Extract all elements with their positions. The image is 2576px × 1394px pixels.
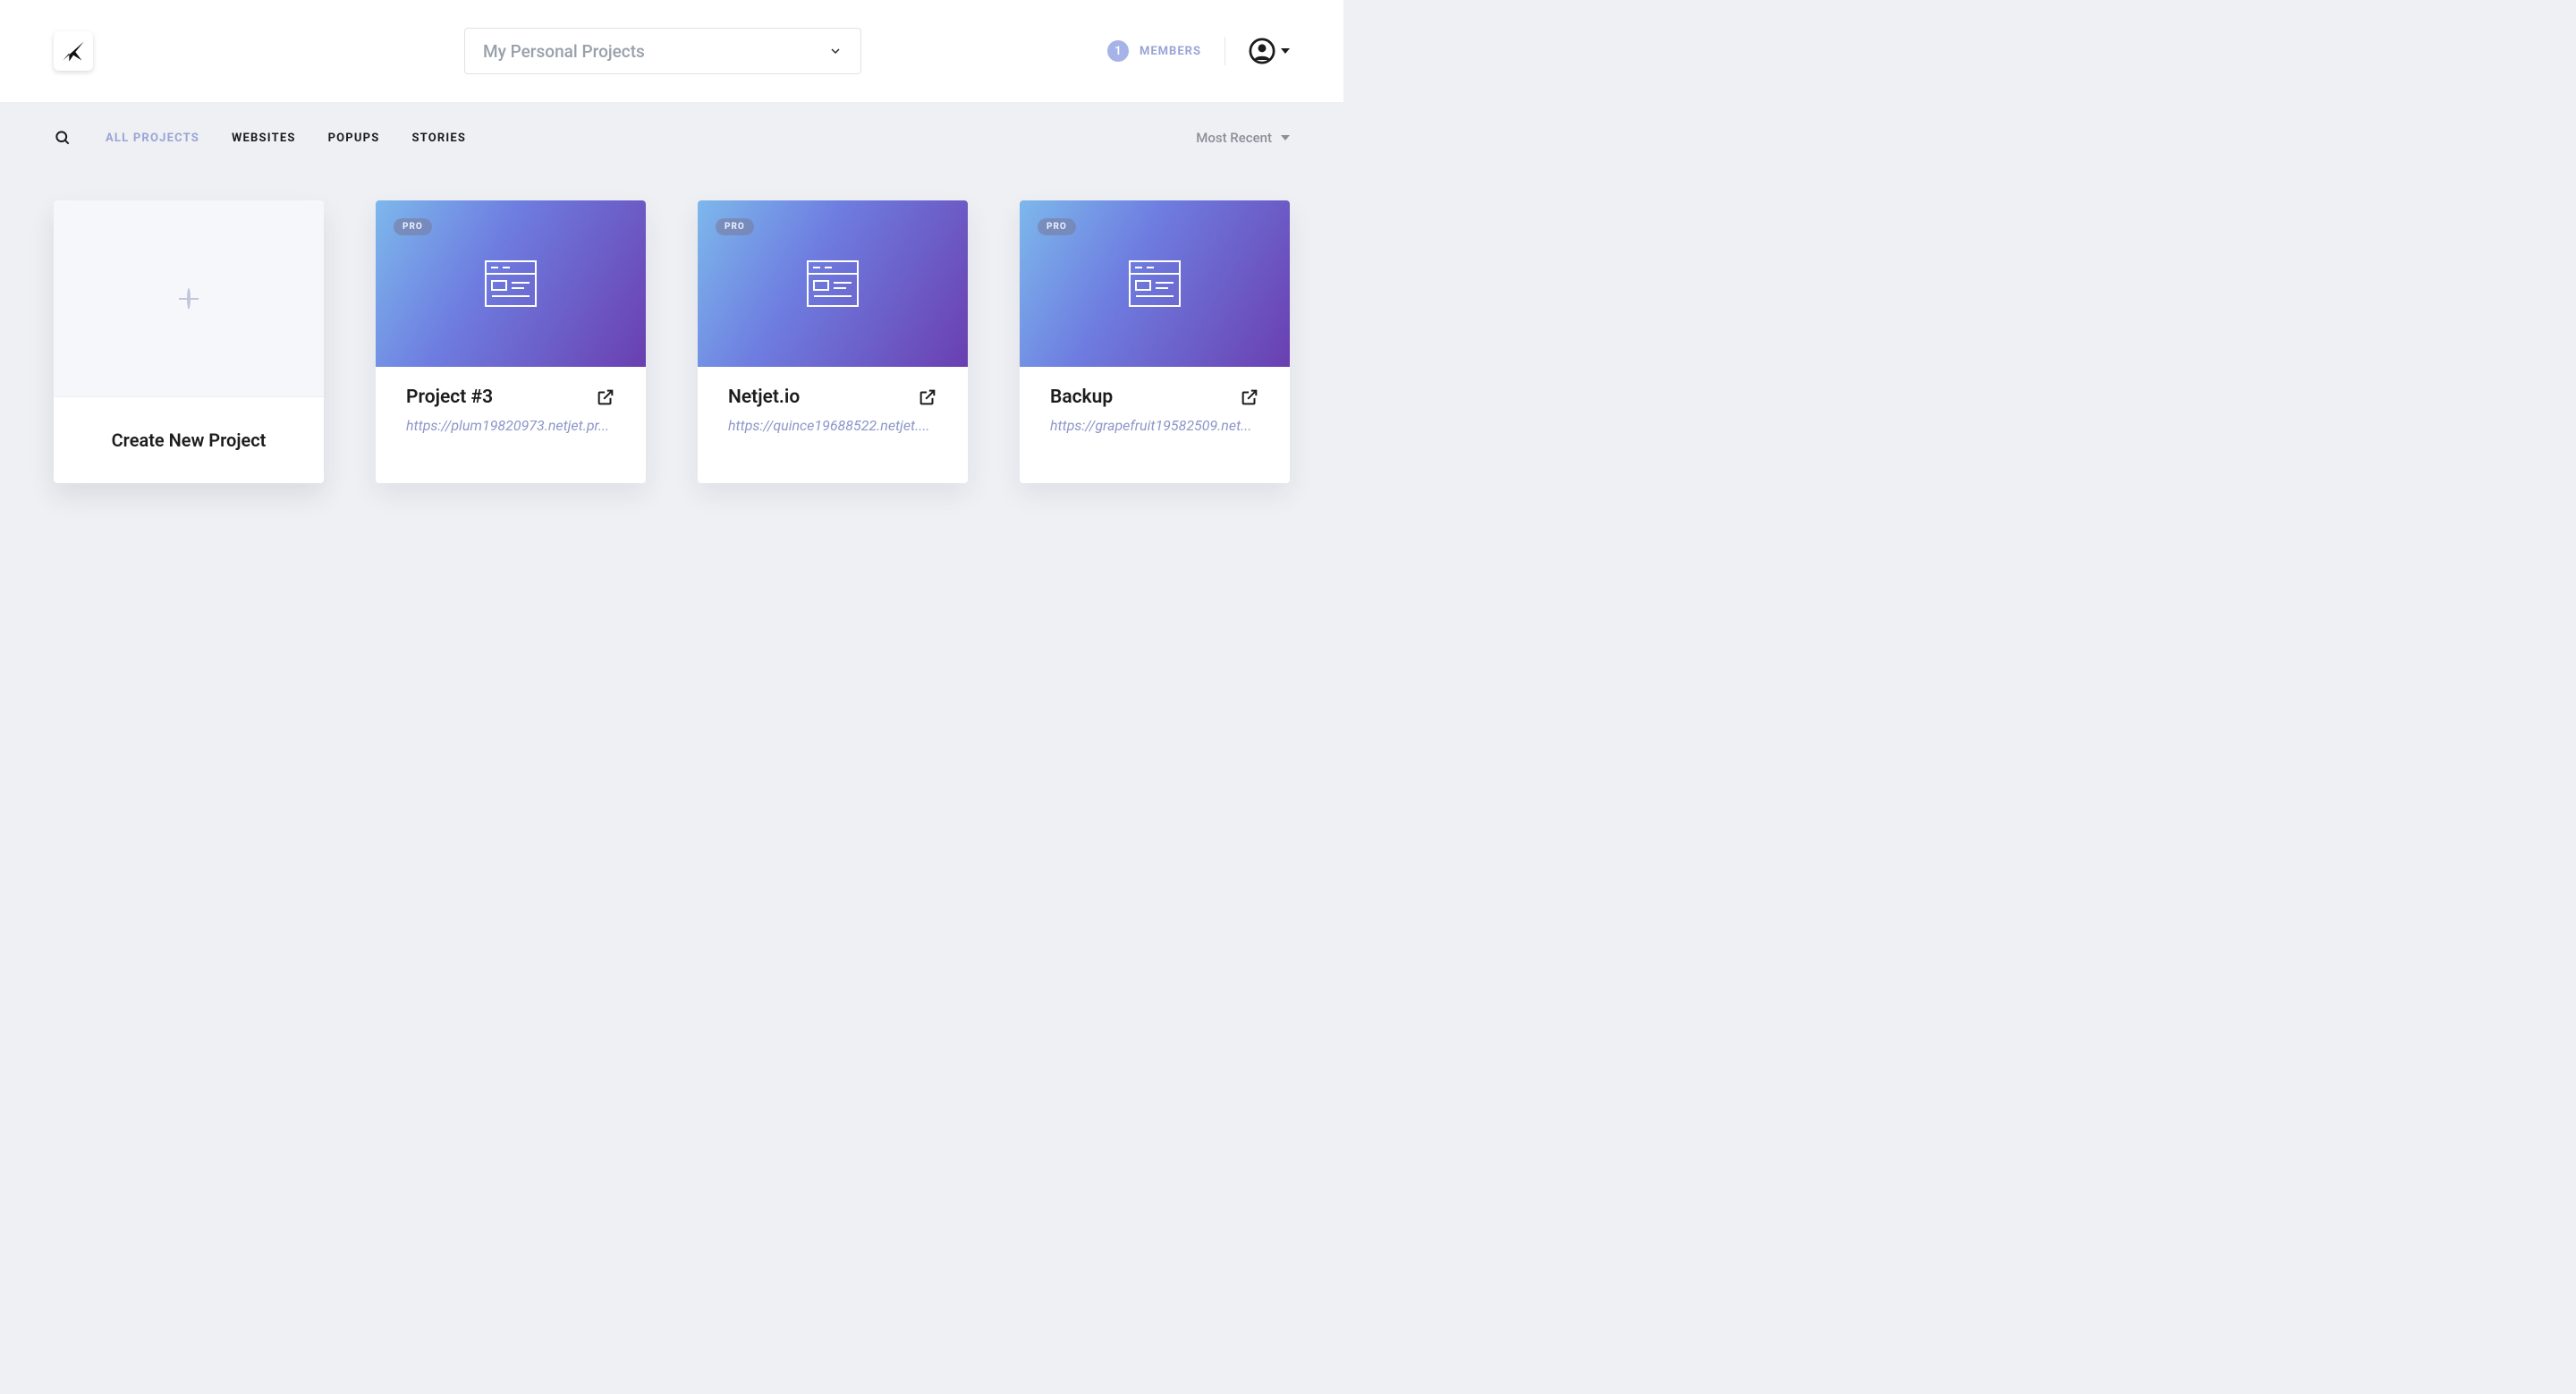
caret-down-icon — [1281, 135, 1290, 140]
sort-label: Most Recent — [1196, 130, 1272, 146]
app-header: My Personal Projects 1 MEMBERS — [0, 0, 1343, 102]
chevron-down-icon — [828, 44, 843, 58]
project-title-row: Project #3 — [406, 387, 615, 408]
project-thumbnail[interactable]: PRO — [376, 200, 646, 367]
open-external-button[interactable] — [596, 387, 615, 407]
project-title: Project #3 — [406, 387, 493, 408]
tab-popups[interactable]: POPUPS — [328, 132, 380, 145]
create-project-card[interactable]: Create New Project — [54, 200, 324, 483]
search-icon — [54, 129, 72, 147]
caret-down-icon — [1281, 48, 1290, 54]
pro-badge: PRO — [716, 218, 754, 235]
workspace-selector-label: My Personal Projects — [483, 41, 645, 62]
open-external-button[interactable] — [918, 387, 937, 407]
project-title-row: Backup — [1050, 387, 1259, 408]
vertical-divider — [1224, 37, 1225, 65]
project-card[interactable]: PRO Backup https://grapefruit19582509.ne… — [1020, 200, 1290, 483]
members-label: MEMBERS — [1140, 45, 1201, 58]
toolbar: ALL PROJECTS WEBSITES POPUPS STORIES Mos… — [0, 102, 1343, 147]
tab-websites[interactable]: WEBSITES — [232, 132, 296, 145]
website-icon — [1129, 260, 1181, 307]
project-card-body: Netjet.io https://quince19688522.netjet.… — [698, 367, 968, 483]
jet-icon — [61, 38, 86, 64]
project-card-body: Backup https://grapefruit19582509.net... — [1020, 367, 1290, 483]
website-icon — [485, 260, 537, 307]
project-url: https://quince19688522.netjet.... — [728, 417, 937, 434]
sort-dropdown[interactable]: Most Recent — [1196, 130, 1290, 146]
avatar-icon — [1249, 38, 1275, 64]
members-button[interactable]: 1 MEMBERS — [1107, 40, 1201, 62]
project-url: https://plum19820973.netjet.pr... — [406, 417, 615, 434]
open-external-button[interactable] — [1240, 387, 1259, 407]
pro-badge: PRO — [1038, 218, 1076, 235]
project-title: Backup — [1050, 387, 1113, 408]
project-thumbnail[interactable]: PRO — [698, 200, 968, 367]
member-count-badge: 1 — [1107, 40, 1129, 62]
plus-circle-icon — [187, 290, 191, 307]
project-url: https://grapefruit19582509.net... — [1050, 417, 1259, 434]
header-right: 1 MEMBERS — [1107, 37, 1290, 65]
project-card[interactable]: PRO Netjet.io https://quince19688522.net… — [698, 200, 968, 483]
tab-all-projects[interactable]: ALL PROJECTS — [106, 132, 199, 145]
create-project-label[interactable]: Create New Project — [54, 397, 324, 483]
project-card-body: Project #3 https://plum19820973.netjet.p… — [376, 367, 646, 483]
tab-stories[interactable]: STORIES — [411, 132, 466, 145]
project-title: Netjet.io — [728, 387, 800, 408]
workspace-selector[interactable]: My Personal Projects — [464, 28, 861, 74]
project-title-row: Netjet.io — [728, 387, 937, 408]
account-menu[interactable] — [1249, 38, 1290, 64]
search-button[interactable] — [54, 129, 72, 147]
project-thumbnail[interactable]: PRO — [1020, 200, 1290, 367]
website-icon — [807, 260, 859, 307]
create-project-top[interactable] — [54, 200, 324, 397]
project-card[interactable]: PRO Project #3 https://plum19820973.netj… — [376, 200, 646, 483]
filter-tabs: ALL PROJECTS WEBSITES POPUPS STORIES — [106, 132, 1162, 145]
projects-grid: Create New Project PRO Project #3 https:… — [0, 147, 1343, 537]
pro-badge: PRO — [394, 218, 432, 235]
app-logo[interactable] — [54, 31, 93, 71]
